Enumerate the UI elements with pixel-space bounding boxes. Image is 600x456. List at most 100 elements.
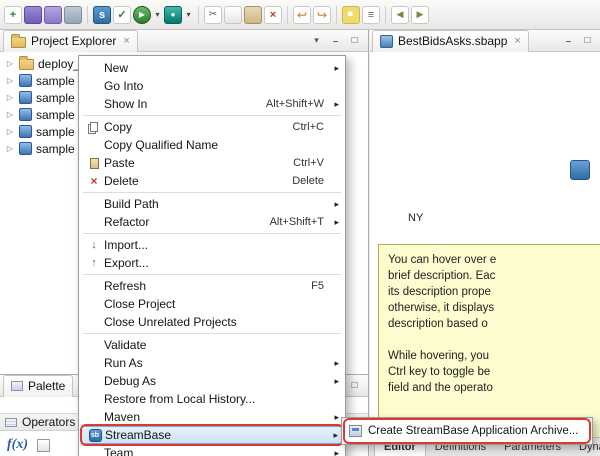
maximize-icon[interactable] <box>580 34 595 47</box>
cut-icon[interactable]: ✂ <box>204 6 222 24</box>
search-icon[interactable] <box>342 6 360 24</box>
menu-item-label: Close Project <box>104 297 175 311</box>
back-icon[interactable]: ◀ <box>391 6 409 24</box>
minimize-icon[interactable] <box>561 34 576 47</box>
maximize-icon[interactable] <box>347 34 362 47</box>
streambase-studio-window: + s ✓ ▶ ● ✂ × ↩ ↪ ≡ ◀ ▶ Project E <box>0 0 600 456</box>
menu-item-close-project[interactable]: Close Project <box>81 295 343 313</box>
application-archive-icon <box>349 425 362 437</box>
delete-icon[interactable]: × <box>264 6 282 24</box>
submenu-arrow-icon <box>334 354 339 372</box>
copy-icon[interactable] <box>224 6 242 24</box>
project-icon <box>19 125 32 138</box>
close-icon[interactable] <box>514 35 520 47</box>
menu-icon-slot <box>84 239 104 251</box>
menu-item-streambase[interactable]: StreamBase <box>81 426 343 444</box>
menu-item-debug-as[interactable]: Debug As <box>81 372 343 390</box>
run-dropdown-icon[interactable] <box>153 10 162 19</box>
menu-icon-slot <box>84 122 104 132</box>
canvas-label-ny: NY <box>408 212 423 224</box>
menu-item-go-into[interactable]: Go Into <box>81 77 343 95</box>
palette-icon <box>11 381 23 391</box>
menu-item-paste[interactable]: Paste Ctrl+V <box>81 154 343 172</box>
expander-icon[interactable] <box>5 59 15 68</box>
canvas-operator-icon[interactable] <box>570 160 590 180</box>
menu-item-copy-qualified-name[interactable]: Copy Qualified Name <box>81 136 343 154</box>
menu-item-validate[interactable]: Validate <box>81 336 343 354</box>
menu-icon-slot <box>84 257 104 269</box>
grid-icon[interactable] <box>37 439 50 452</box>
expander-icon[interactable] <box>5 127 15 136</box>
forward-icon[interactable]: ▶ <box>411 6 429 24</box>
tab-bestbidsasks-sbapp[interactable]: BestBidsAsks.sbapp <box>372 30 529 52</box>
menu-separator <box>83 233 341 234</box>
toolbar-separator <box>336 6 337 24</box>
editor-canvas[interactable]: NY You can hover over e brief descriptio… <box>370 52 600 437</box>
menu-item-maven[interactable]: Maven <box>81 408 343 426</box>
expander-icon[interactable] <box>5 110 15 119</box>
menu-icon-slot <box>84 174 104 188</box>
menu-item-delete[interactable]: Delete Delete <box>81 172 343 190</box>
view-menu-icon[interactable] <box>309 34 324 47</box>
menu-item-shortcut: Ctrl+C <box>293 121 340 133</box>
note-line: its description prope <box>388 284 600 300</box>
menu-icon-slot <box>85 429 105 442</box>
drawer-icon <box>5 418 17 427</box>
import-icon <box>91 239 97 251</box>
menu-item-label: Run As <box>104 356 143 370</box>
submenu-item-label: Create StreamBase Application Archive... <box>368 425 578 437</box>
menu-item-new[interactable]: New <box>81 59 343 77</box>
minimize-icon[interactable] <box>328 34 343 47</box>
view-header-buttons <box>309 34 365 47</box>
menu-item-shortcut: Alt+Shift+W <box>266 98 340 110</box>
menu-separator <box>83 192 341 193</box>
copy-icon <box>90 122 98 132</box>
menu-item-build-path[interactable]: Build Path <box>81 195 343 213</box>
menu-item-export[interactable]: Export... <box>81 254 343 272</box>
menu-item-import[interactable]: Import... <box>81 236 343 254</box>
maximize-icon[interactable] <box>347 379 362 392</box>
typecheck-icon[interactable]: ✓ <box>113 6 131 24</box>
redo-icon[interactable]: ↪ <box>313 6 331 24</box>
menu-item-refactor[interactable]: Refactor Alt+Shift+T <box>81 213 343 231</box>
menu-item-label: Close Unrelated Projects <box>104 315 237 329</box>
print-icon[interactable] <box>64 6 82 24</box>
note-line: description based o <box>388 316 600 332</box>
annotations-icon[interactable]: ≡ <box>362 6 380 24</box>
expander-icon[interactable] <box>5 144 15 153</box>
folder-icon <box>11 37 26 48</box>
menu-item-copy[interactable]: Copy Ctrl+C <box>81 118 343 136</box>
expander-icon[interactable] <box>5 93 15 102</box>
tab-project-explorer[interactable]: Project Explorer <box>3 30 138 52</box>
menu-item-refresh[interactable]: Refresh F5 <box>81 277 343 295</box>
undo-icon[interactable]: ↩ <box>293 6 311 24</box>
tab-palette[interactable]: Palette <box>3 375 73 397</box>
menu-item-shortcut: Alt+Shift+T <box>270 216 340 228</box>
menu-item-show-in[interactable]: Show In Alt+Shift+W <box>81 95 343 113</box>
run-icon[interactable]: ▶ <box>133 6 151 24</box>
toolbar-separator <box>198 6 199 24</box>
project-explorer-header: Project Explorer <box>0 30 368 52</box>
function-icon: f(x) <box>7 437 28 453</box>
export-icon <box>91 257 97 269</box>
menu-item-run-as[interactable]: Run As <box>81 354 343 372</box>
menu-item-label: Maven <box>104 410 140 424</box>
menu-item-label: Delete <box>104 174 139 188</box>
menu-item-restore-from-local-history[interactable]: Restore from Local History... <box>81 390 343 408</box>
expander-icon[interactable] <box>5 76 15 85</box>
palette-item-function[interactable]: f(x) <box>7 437 50 453</box>
paste-icon[interactable] <box>244 6 262 24</box>
debug-icon[interactable]: ● <box>164 6 182 24</box>
new-streambase-project-icon[interactable]: s <box>93 6 111 24</box>
debug-dropdown-icon[interactable] <box>184 10 193 19</box>
save-all-icon[interactable] <box>44 6 62 24</box>
editor-tab-label: BestBidsAsks.sbapp <box>398 34 507 48</box>
menu-item-close-unrelated-projects[interactable]: Close Unrelated Projects <box>81 313 343 331</box>
submenu-item-create-application-archive[interactable]: Create StreamBase Application Archive... <box>345 421 589 441</box>
menu-item-label: Refactor <box>104 215 149 229</box>
new-wizard-icon[interactable]: + <box>4 6 22 24</box>
toolbar-separator <box>385 6 386 24</box>
save-icon[interactable] <box>24 6 42 24</box>
menu-item-team[interactable]: Team <box>81 444 343 456</box>
close-icon[interactable] <box>123 35 129 47</box>
